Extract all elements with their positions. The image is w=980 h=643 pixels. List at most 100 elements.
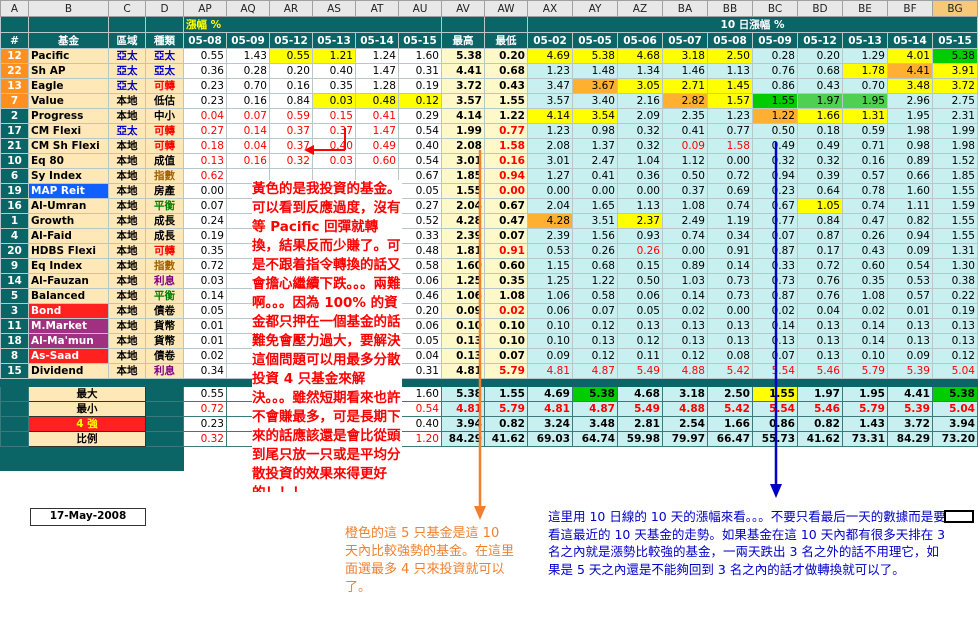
ten-day-change[interactable]: 0.18	[797, 123, 843, 139]
ten-day-change[interactable]: 0.72	[707, 168, 753, 184]
column-header[interactable]: 05-07	[662, 32, 708, 49]
ten-day-change[interactable]: 1.30	[932, 258, 978, 274]
daily-change[interactable]: 0.04	[398, 348, 442, 364]
ten-day-change[interactable]: 1.57	[707, 93, 753, 109]
fund-region[interactable]: 本地	[108, 348, 146, 364]
min-value[interactable]: 0.16	[484, 153, 528, 169]
fund-category[interactable]: 成長	[145, 213, 184, 229]
daily-change[interactable]: 1.24	[355, 48, 399, 64]
summary-label[interactable]: 最大	[28, 386, 146, 402]
daily-change[interactable]: 0.13	[183, 153, 227, 169]
fund-category[interactable]: 成值	[145, 153, 184, 169]
ten-day-change[interactable]: 1.34	[617, 63, 663, 79]
daily-change[interactable]: 0.01	[183, 333, 227, 349]
change-label[interactable]: 漲幅 %	[183, 16, 442, 33]
summary-spacer[interactable]	[145, 416, 184, 432]
fund-category[interactable]: 可轉	[145, 138, 184, 154]
ten-day-change[interactable]: 0.66	[887, 168, 933, 184]
fund-category[interactable]: 債卷	[145, 348, 184, 364]
fund-index[interactable]: 21	[0, 138, 29, 154]
summary-ten-day[interactable]: 1.55	[752, 386, 798, 402]
ten-day-change[interactable]: 0.07	[752, 228, 798, 244]
fund-category[interactable]: 房產	[145, 183, 184, 199]
column-header[interactable]: 05-12	[797, 32, 843, 49]
daily-change[interactable]: 0.35	[183, 243, 227, 259]
daily-change[interactable]: 0.49	[355, 138, 399, 154]
ten-day-change[interactable]: 3.57	[527, 93, 573, 109]
max-value[interactable]: 0.09	[441, 303, 485, 319]
fund-name[interactable]: Bond	[28, 303, 109, 319]
min-value[interactable]: 0.60	[484, 258, 528, 274]
ten-day-change[interactable]: 1.55	[932, 213, 978, 229]
daily-change[interactable]: 0.60	[355, 153, 399, 169]
fund-category[interactable]: 成長	[145, 228, 184, 244]
ten-day-change[interactable]: 0.13	[887, 333, 933, 349]
summary-spacer[interactable]	[145, 401, 184, 417]
fund-index[interactable]: 18	[0, 333, 29, 349]
fund-index[interactable]: 10	[0, 153, 29, 169]
ten-day-change[interactable]: 0.49	[752, 138, 798, 154]
fund-region[interactable]: 本地	[108, 318, 146, 334]
column-letter[interactable]: D	[145, 0, 184, 17]
ten-day-change[interactable]: 1.45	[707, 78, 753, 94]
daily-change[interactable]: 0.27	[183, 123, 227, 139]
column-letter[interactable]: AW	[484, 0, 528, 17]
summary-ten-day[interactable]: 4.81	[527, 401, 573, 417]
fund-category[interactable]: 利息	[145, 273, 184, 289]
ten-day-change[interactable]: 0.57	[887, 288, 933, 304]
ten-day-change[interactable]: 0.87	[752, 243, 798, 259]
ten-day-change[interactable]: 0.32	[752, 153, 798, 169]
ten-day-change[interactable]: 0.00	[572, 183, 618, 199]
ten-day-change[interactable]: 1.98	[887, 123, 933, 139]
ten-day-change[interactable]: 2.31	[932, 108, 978, 124]
ten-day-change[interactable]: 3.48	[887, 78, 933, 94]
fund-category[interactable]: 亞太	[145, 63, 184, 79]
summary-max[interactable]: 3.94	[441, 416, 485, 432]
fund-index[interactable]: 11	[0, 318, 29, 334]
summary-ten-day[interactable]: 73.20	[932, 431, 978, 447]
ten-day-change[interactable]: 2.96	[887, 93, 933, 109]
summary-spacer[interactable]	[0, 431, 29, 447]
max-value[interactable]: 1.85	[441, 168, 485, 184]
summary-max[interactable]: 5.38	[441, 386, 485, 402]
fund-region[interactable]: 本地	[108, 213, 146, 229]
ten-day-change[interactable]: 0.89	[887, 153, 933, 169]
header-blank[interactable]	[484, 16, 528, 33]
summary-ten-day[interactable]: 5.38	[572, 386, 618, 402]
summary-ten-day[interactable]: 73.31	[842, 431, 888, 447]
column-letter[interactable]: AP	[183, 0, 227, 17]
fund-index[interactable]: 4	[0, 228, 29, 244]
ten-day-change[interactable]: 0.12	[572, 318, 618, 334]
ten-day-change[interactable]: 0.32	[617, 123, 663, 139]
fund-index[interactable]: 16	[0, 198, 29, 214]
ten-day-change[interactable]: 0.20	[797, 48, 843, 64]
max-value[interactable]: 5.38	[441, 48, 485, 64]
fund-index[interactable]: 13	[0, 78, 29, 94]
daily-change[interactable]: 1.47	[355, 63, 399, 79]
summary-max[interactable]: 4.81	[441, 401, 485, 417]
ten-day-change[interactable]: 0.73	[707, 273, 753, 289]
min-value[interactable]: 0.77	[484, 123, 528, 139]
ten-day-change[interactable]: 4.88	[662, 363, 708, 379]
ten-day-change[interactable]: 0.43	[797, 78, 843, 94]
ten-day-change[interactable]: 1.05	[797, 198, 843, 214]
ten-day-change[interactable]: 0.09	[662, 138, 708, 154]
column-header[interactable]: #	[0, 32, 29, 49]
daily-change[interactable]: 0.52	[398, 213, 442, 229]
daily-change[interactable]: 0.36	[183, 63, 227, 79]
summary-ten-day[interactable]: 0.86	[752, 416, 798, 432]
ten-day-change[interactable]: 0.94	[887, 228, 933, 244]
ten-day-change[interactable]: 0.15	[617, 258, 663, 274]
ten-day-change[interactable]: 0.16	[842, 153, 888, 169]
column-header[interactable]: 05-09	[226, 32, 270, 49]
ten-day-change[interactable]: 0.53	[527, 243, 573, 259]
header-blank[interactable]	[108, 16, 146, 33]
ten-day-change[interactable]: 0.22	[932, 288, 978, 304]
ten-day-change[interactable]: 0.13	[797, 348, 843, 364]
fund-category[interactable]: 指數	[145, 258, 184, 274]
ten-day-change[interactable]: 0.00	[617, 183, 663, 199]
column-header[interactable]: 05-12	[269, 32, 313, 49]
summary-label[interactable]: 比例	[28, 431, 146, 447]
fund-index[interactable]: 1	[0, 213, 29, 229]
ten-day-change[interactable]: 0.68	[572, 258, 618, 274]
